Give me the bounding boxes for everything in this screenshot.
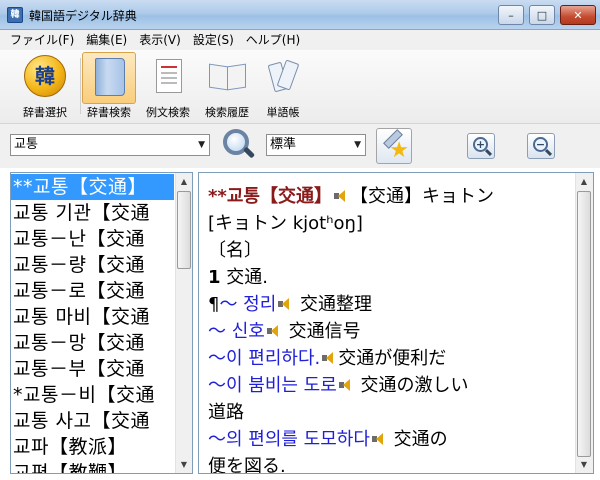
search-mode-select[interactable]: 標準 ▼ — [266, 134, 366, 156]
app-icon[interactable]: 韓 — [7, 7, 23, 23]
sense-text: 交通. — [220, 267, 268, 288]
close-button[interactable]: ✕ — [560, 5, 596, 25]
entry-examples: ¶～ 정리 交通整理～ 신호 交通信号 ～이 편리하다. 交通が便利だ ～이 붐비는 … — [208, 291, 574, 474]
zoom-in-button[interactable]: + — [467, 133, 495, 159]
entry-headword: **교통【交通】 — [208, 186, 332, 207]
list-item[interactable]: 교편【教鞭】 — [11, 460, 174, 473]
example-line: ～ 신호 交通信号 — [208, 318, 574, 345]
list-item[interactable]: 교통－로【交通 — [11, 278, 174, 304]
example-line: ～의 편의를 도모하다 交通の — [208, 426, 574, 453]
scroll-down-icon[interactable]: ▼ — [576, 456, 592, 473]
menu-help[interactable]: ヘルプ(H) — [240, 30, 306, 50]
list-item[interactable]: **교통【交通】 — [11, 174, 174, 200]
dictionary-search-label: 辞書検索 — [87, 106, 131, 119]
example-search-button[interactable]: 例文検索 — [137, 52, 199, 122]
menu-view[interactable]: 表示(V) — [133, 30, 187, 50]
search-history-label: 検索履歴 — [205, 106, 249, 119]
wordbook-label: 単語帳 — [266, 106, 300, 119]
example-korean: ～ 신호 — [208, 321, 265, 342]
sense-number: 1 — [208, 267, 221, 288]
example-japanese: 便を図る. — [208, 456, 286, 474]
speaker-icon[interactable] — [266, 324, 281, 338]
entry-reading: 【交通】キョトン — [349, 186, 494, 207]
example-japanese: 交通整理 — [294, 294, 373, 315]
menu-settings[interactable]: 設定(S) — [187, 30, 240, 50]
window-title: 韓国語デジタル辞典 — [29, 9, 137, 23]
speaker-icon[interactable] — [278, 297, 292, 311]
entry-content: **교통【交通】 【交通】キョトン [キョトン kjotʰoŋ] 〔名〕 1 交通… — [208, 183, 574, 474]
dictionary-search-button[interactable]: 辞書検索 — [78, 52, 140, 122]
scroll-down-icon[interactable]: ▼ — [176, 456, 192, 473]
list-item[interactable]: 교통 기관【交通 — [11, 200, 174, 226]
book-icon — [95, 58, 125, 96]
scroll-thumb[interactable] — [177, 191, 191, 269]
chevron-down-icon[interactable]: ▼ — [198, 135, 205, 155]
word-list[interactable]: **교통【交通】 교통 기관【交通 교통－난【交通 교통－량【交通 교통－로【交通 교통 … — [10, 172, 193, 474]
wordbook-button[interactable]: 単語帳 — [252, 52, 314, 122]
dictionary-select-label: 辞書選択 — [23, 106, 67, 119]
list-item[interactable]: 교통－부【交通 — [11, 356, 174, 382]
menu-edit[interactable]: 編集(E) — [80, 30, 133, 50]
example-line: ¶～ 정리 交通整理 — [208, 291, 574, 318]
speaker-icon[interactable] — [338, 378, 353, 392]
title-bar: 韓 韓国語デジタル辞典 – □ ✕ — [0, 0, 600, 30]
example-korean: ～이 편리하다. — [208, 348, 321, 369]
dictionary-select-button[interactable]: 韓 辞書選択 — [14, 52, 76, 122]
entry-pronunciation: [キョトン kjotʰoŋ] — [208, 213, 363, 234]
example-marker: ¶ — [208, 294, 220, 315]
example-line: 道路 — [208, 399, 574, 426]
search-button[interactable] — [221, 128, 256, 162]
word-list-items: **교통【交通】 교통 기관【交通 교통－난【交通 교통－량【交通 교통－로【交通 교통 … — [11, 174, 174, 473]
example-korean: ～이 붐비는 도로 — [208, 375, 337, 396]
toolbar: 韓 辞書選択 辞書検索 例文検索 検索履歴 単語帳 — [0, 50, 600, 124]
search-input-value: 교통 — [14, 137, 38, 152]
list-item[interactable]: *교통－비【交通 — [11, 382, 174, 408]
word-cards-icon — [267, 59, 303, 93]
star-icon: ★ — [389, 138, 409, 163]
speaker-icon[interactable] — [333, 189, 348, 203]
search-mode-value: 標準 — [270, 137, 297, 152]
list-item[interactable]: 교파【教派】 — [11, 434, 174, 460]
search-history-button[interactable]: 検索履歴 — [196, 52, 258, 122]
scroll-up-icon[interactable]: ▲ — [176, 173, 192, 190]
search-input[interactable]: 교통 ▼ — [10, 134, 210, 156]
example-japanese: 交通信号 — [282, 321, 361, 342]
list-item[interactable]: 교통 사고【交通 — [11, 408, 174, 434]
menu-bar: ファイル(F) 編集(E) 表示(V) 設定(S) ヘルプ(H) — [0, 30, 600, 50]
chevron-down-icon[interactable]: ▼ — [354, 135, 361, 155]
example-japanese: 交通が便利だ — [338, 348, 447, 369]
scroll-thumb[interactable] — [577, 191, 591, 457]
document-icon — [156, 59, 182, 93]
add-to-wordbook-button[interactable]: ★ — [376, 128, 412, 164]
list-item[interactable]: 교통－난【交通 — [11, 226, 174, 252]
example-korean: ～ 정리 — [219, 294, 277, 315]
example-line: 便を図る. — [208, 453, 574, 474]
list-item[interactable]: 교통 마비【交通 — [11, 304, 174, 330]
example-japanese: 道路 — [208, 402, 244, 423]
minimize-button[interactable]: – — [498, 5, 524, 25]
menu-file[interactable]: ファイル(F) — [4, 30, 80, 50]
entry-part-of-speech: 〔名〕 — [208, 240, 262, 261]
entry-view: **교통【交通】 【交通】キョトン [キョトン kjotʰoŋ] 〔名〕 1 交通… — [198, 172, 594, 474]
scroll-up-icon[interactable]: ▲ — [576, 173, 592, 190]
example-korean: ～의 편의를 도모하다 — [208, 429, 370, 450]
search-row: 교통 ▼ 標準 ▼ ★ + − — [0, 124, 600, 168]
example-line: ～이 편리하다. 交通が便利だ — [208, 345, 574, 372]
list-item[interactable]: 교통－량【交通 — [11, 252, 174, 278]
entry-scrollbar[interactable]: ▲ ▼ — [575, 173, 593, 473]
example-japanese: 交通の — [387, 429, 448, 450]
word-list-scrollbar[interactable]: ▲ ▼ — [175, 173, 192, 473]
zoom-out-button[interactable]: − — [527, 133, 555, 159]
list-item[interactable]: 교통－망【交通 — [11, 330, 174, 356]
maximize-button[interactable]: □ — [529, 5, 555, 25]
example-japanese: 交通の激しい — [354, 375, 469, 396]
example-search-label: 例文検索 — [146, 106, 190, 119]
dictionary-select-icon: 韓 — [24, 55, 66, 97]
speaker-icon[interactable] — [371, 432, 386, 446]
open-book-icon — [209, 63, 247, 91]
speaker-icon[interactable] — [322, 351, 336, 365]
example-line: ～이 붐비는 도로 交通の激しい — [208, 372, 574, 399]
